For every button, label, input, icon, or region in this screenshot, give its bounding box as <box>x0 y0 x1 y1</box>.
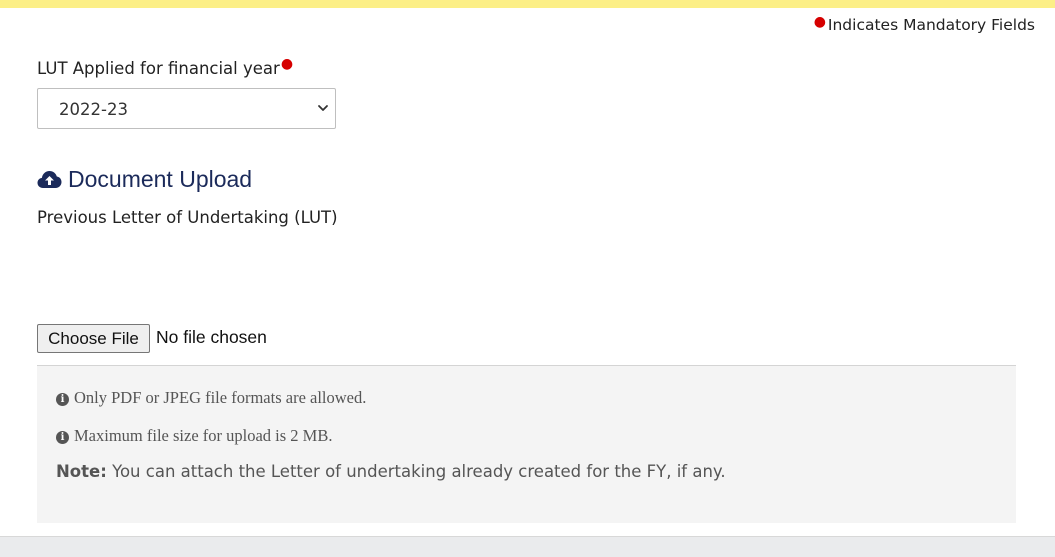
financial-year-select[interactable]: 2022-23 <box>37 88 336 129</box>
note-label: Note: <box>56 462 107 481</box>
page-footer-strip <box>0 536 1055 557</box>
formats-info-text: Only PDF or JPEG file formats are allowe… <box>74 388 367 407</box>
previous-lut-label: Previous Letter of Undertaking (LUT) <box>37 208 338 227</box>
upload-note: Note: You can attach the Letter of under… <box>56 462 726 481</box>
mandatory-legend: ● Indicates Mandatory Fields <box>813 14 1035 34</box>
size-info-text: Maximum file size for upload is 2 MB. <box>74 426 333 445</box>
choose-file-button[interactable]: Choose File <box>37 324 150 353</box>
chevron-down-icon <box>318 105 328 111</box>
upload-info-box: i Only PDF or JPEG file formats are allow… <box>37 365 1016 523</box>
financial-year-value: 2022-23 <box>59 100 128 119</box>
document-upload-title: Document Upload <box>68 166 253 192</box>
required-dot-icon: ● <box>813 14 826 30</box>
formats-info: i Only PDF or JPEG file formats are allow… <box>56 388 366 408</box>
note-text: You can attach the Letter of undertaking… <box>106 462 726 481</box>
file-status-text: No file chosen <box>156 327 267 347</box>
required-dot-icon: ● <box>280 56 294 72</box>
lut-year-label: LUT Applied for financial year● <box>37 56 294 78</box>
info-circle-icon: i <box>56 431 69 444</box>
mandatory-note: Indicates Mandatory Fields <box>827 16 1035 34</box>
top-accent-bar <box>0 0 1055 8</box>
info-circle-icon: i <box>56 393 69 406</box>
cloud-upload-icon <box>37 171 62 188</box>
lut-year-label-text: LUT Applied for financial year <box>37 59 280 78</box>
size-info: i Maximum file size for upload is 2 MB. <box>56 426 332 446</box>
document-upload-heading: Document Upload <box>37 166 252 193</box>
